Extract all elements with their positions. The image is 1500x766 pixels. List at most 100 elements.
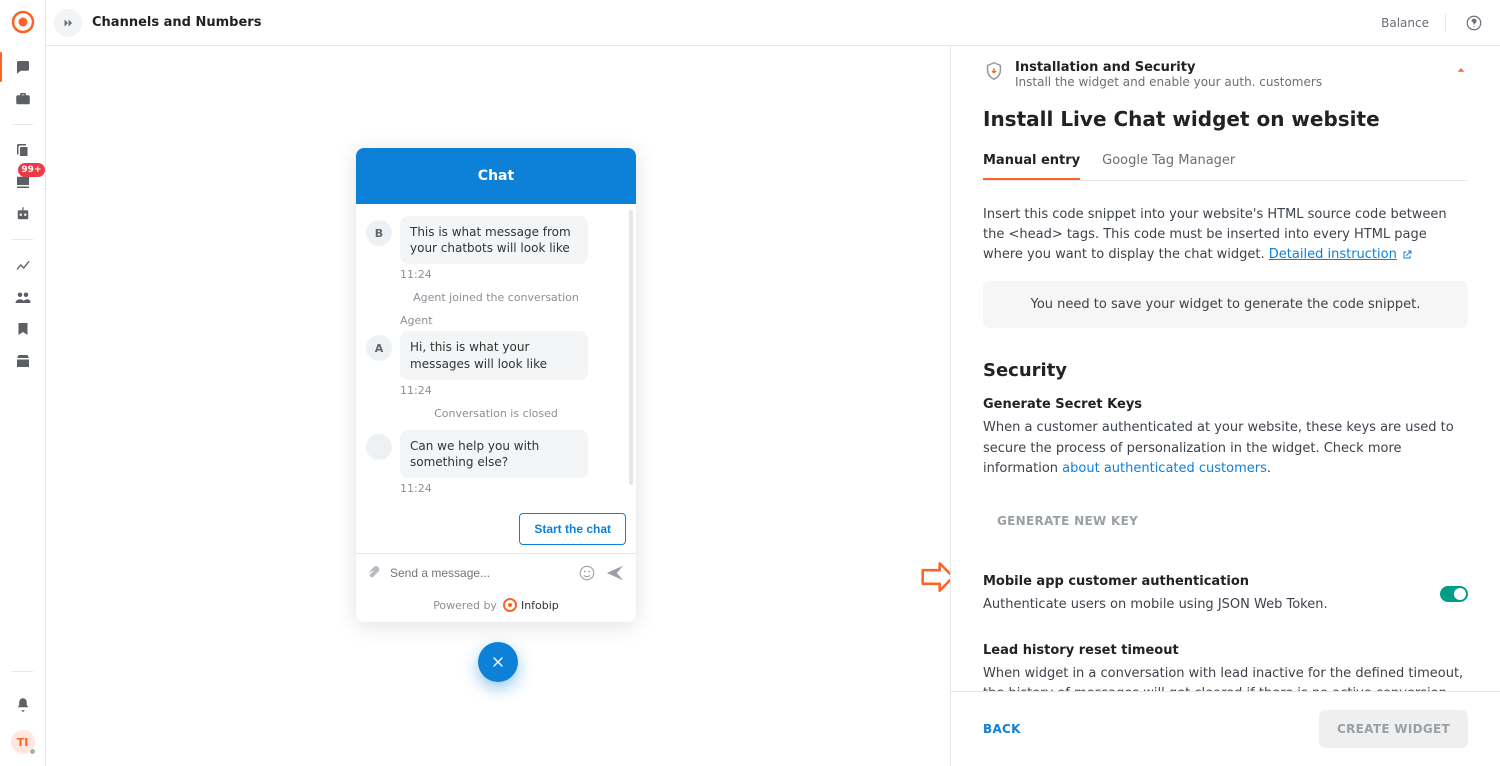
chevron-double-right-icon [61,16,75,30]
shield-icon [983,60,1005,82]
sidebar-item-people[interactable] [5,282,41,312]
security-title: Security [983,360,1468,381]
divider-icon [12,124,34,125]
brand-dot-icon [503,598,517,612]
expand-sidebar-button[interactable] [54,9,82,37]
sidebar-badge: 99+ [18,163,44,177]
message-time: 11:24 [400,268,626,281]
start-chat-button[interactable]: Start the chat [519,513,626,545]
chat-message-agent: A Hi, this is what your messages will lo… [366,331,626,379]
section-subtitle: Install the widget and enable your auth.… [1015,75,1322,89]
send-icon[interactable] [604,562,626,584]
sidebar-item-bookmark[interactable] [5,314,41,344]
chat-composer [356,553,636,592]
briefcase-icon [14,90,32,108]
jwt-desc: Authenticate users on mobile using JSON … [983,595,1328,615]
brand-name: Infobip [521,599,559,612]
copy-icon [14,141,32,159]
brand-logo[interactable] [9,8,37,36]
divider-icon [12,671,34,672]
help-icon [1465,14,1483,32]
annotation-arrow-icon [921,560,950,594]
sidebar-item-bot[interactable] [5,199,41,229]
section-title: Installation and Security [1015,60,1322,75]
section-header: Installation and Security Install the wi… [983,60,1468,89]
user-avatar[interactable]: TI [11,730,35,754]
tab-gtm[interactable]: Google Tag Manager [1102,143,1235,180]
presence-dot-icon [29,748,36,755]
install-title: Install Live Chat widget on website [983,107,1468,131]
lead-desc: When widget in a conversation with lead … [983,664,1468,691]
chat-message-help: Can we help you with something else? [366,430,626,478]
sidebar-item-copy[interactable] [5,135,41,165]
sender-label: Agent [400,314,626,327]
sidebar-item-apps[interactable] [5,84,41,114]
jwt-toggle[interactable] [1440,586,1468,602]
sidebar-item-notifications[interactable] [5,690,41,720]
sidebar-item-store[interactable] [5,346,41,376]
bookmark-icon [14,320,32,338]
store-icon [14,352,32,370]
sidebar-item-channels[interactable] [5,52,41,82]
bell-icon [14,696,32,714]
chevron-up-icon [1454,63,1468,77]
divider-icon [1445,14,1446,32]
avatar-initials: TI [17,736,29,749]
avatar: B [366,220,392,246]
jwt-title: Mobile app customer authentication [983,574,1328,589]
attachment-icon[interactable] [366,566,380,580]
save-note: You need to save your widget to generate… [983,281,1468,328]
brand-badge: Infobip [503,598,559,612]
message-time: 11:24 [400,482,626,495]
chat-scroll[interactable]: B This is what message from your chatbot… [356,204,636,503]
message-time: 11:24 [400,384,626,397]
bot-icon [14,205,32,223]
auth-customers-link[interactable]: about authenticated customers [1062,461,1267,476]
chat-preview: Chat B This is what message from your ch… [356,148,636,622]
back-button[interactable]: BACK [983,722,1021,736]
system-message: Conversation is closed [366,407,626,420]
system-message: Agent joined the conversation [366,291,626,304]
message-bubble: Can we help you with something else? [400,430,588,478]
powered-by: Powered by Infobip [356,592,636,622]
people-icon [14,288,32,306]
balance-label[interactable]: Balance [1381,16,1429,30]
divider-icon [12,239,34,240]
detailed-instruction-link[interactable]: Detailed instruction [1269,247,1413,262]
avatar: A [366,335,392,361]
toggle-knob-icon [1454,588,1466,600]
keys-title: Generate Secret Keys [983,397,1468,412]
code-intro: Insert this code snippet into your websi… [983,205,1468,265]
chat-icon [14,58,32,76]
tab-manual-entry[interactable]: Manual entry [983,143,1080,180]
main: Chat B This is what message from your ch… [46,46,1500,766]
analytics-icon [14,256,32,274]
install-tabs: Manual entry Google Tag Manager [983,143,1468,181]
close-icon [490,654,506,670]
message-bubble: Hi, this is what your messages will look… [400,331,588,379]
create-widget-button: CREATE WIDGET [1319,710,1468,748]
message-bubble: This is what message from your chatbots … [400,216,588,264]
generate-key-button: GENERATE NEW KEY [983,504,1152,538]
chat-header-title: Chat [356,148,636,204]
help-button[interactable] [1462,11,1486,35]
preview-stage: Chat B This is what message from your ch… [46,46,950,766]
chat-close-fab[interactable] [478,642,518,682]
panel-footer: BACK CREATE WIDGET [951,691,1500,766]
message-input[interactable] [388,565,570,581]
avatar [366,434,392,460]
emoji-icon[interactable] [578,564,596,582]
config-panel: Installation and Security Install the wi… [950,46,1500,766]
sidebar-item-analytics[interactable] [5,250,41,280]
sidebar-item-inbox[interactable]: 99+ [5,167,41,197]
keys-desc: When a customer authenticated at your we… [983,418,1468,478]
jwt-row: Mobile app customer authentication Authe… [983,574,1468,615]
top-bar: Channels and Numbers Balance [46,0,1500,46]
chat-message-bot: B This is what message from your chatbot… [366,216,626,264]
section-collapse-button[interactable] [1454,62,1468,81]
external-link-icon [1401,249,1413,261]
logo-wrap [9,0,37,36]
lead-title: Lead history reset timeout [983,643,1468,658]
left-sidebar: 99+ TI [0,0,46,766]
page-title: Channels and Numbers [92,15,261,30]
